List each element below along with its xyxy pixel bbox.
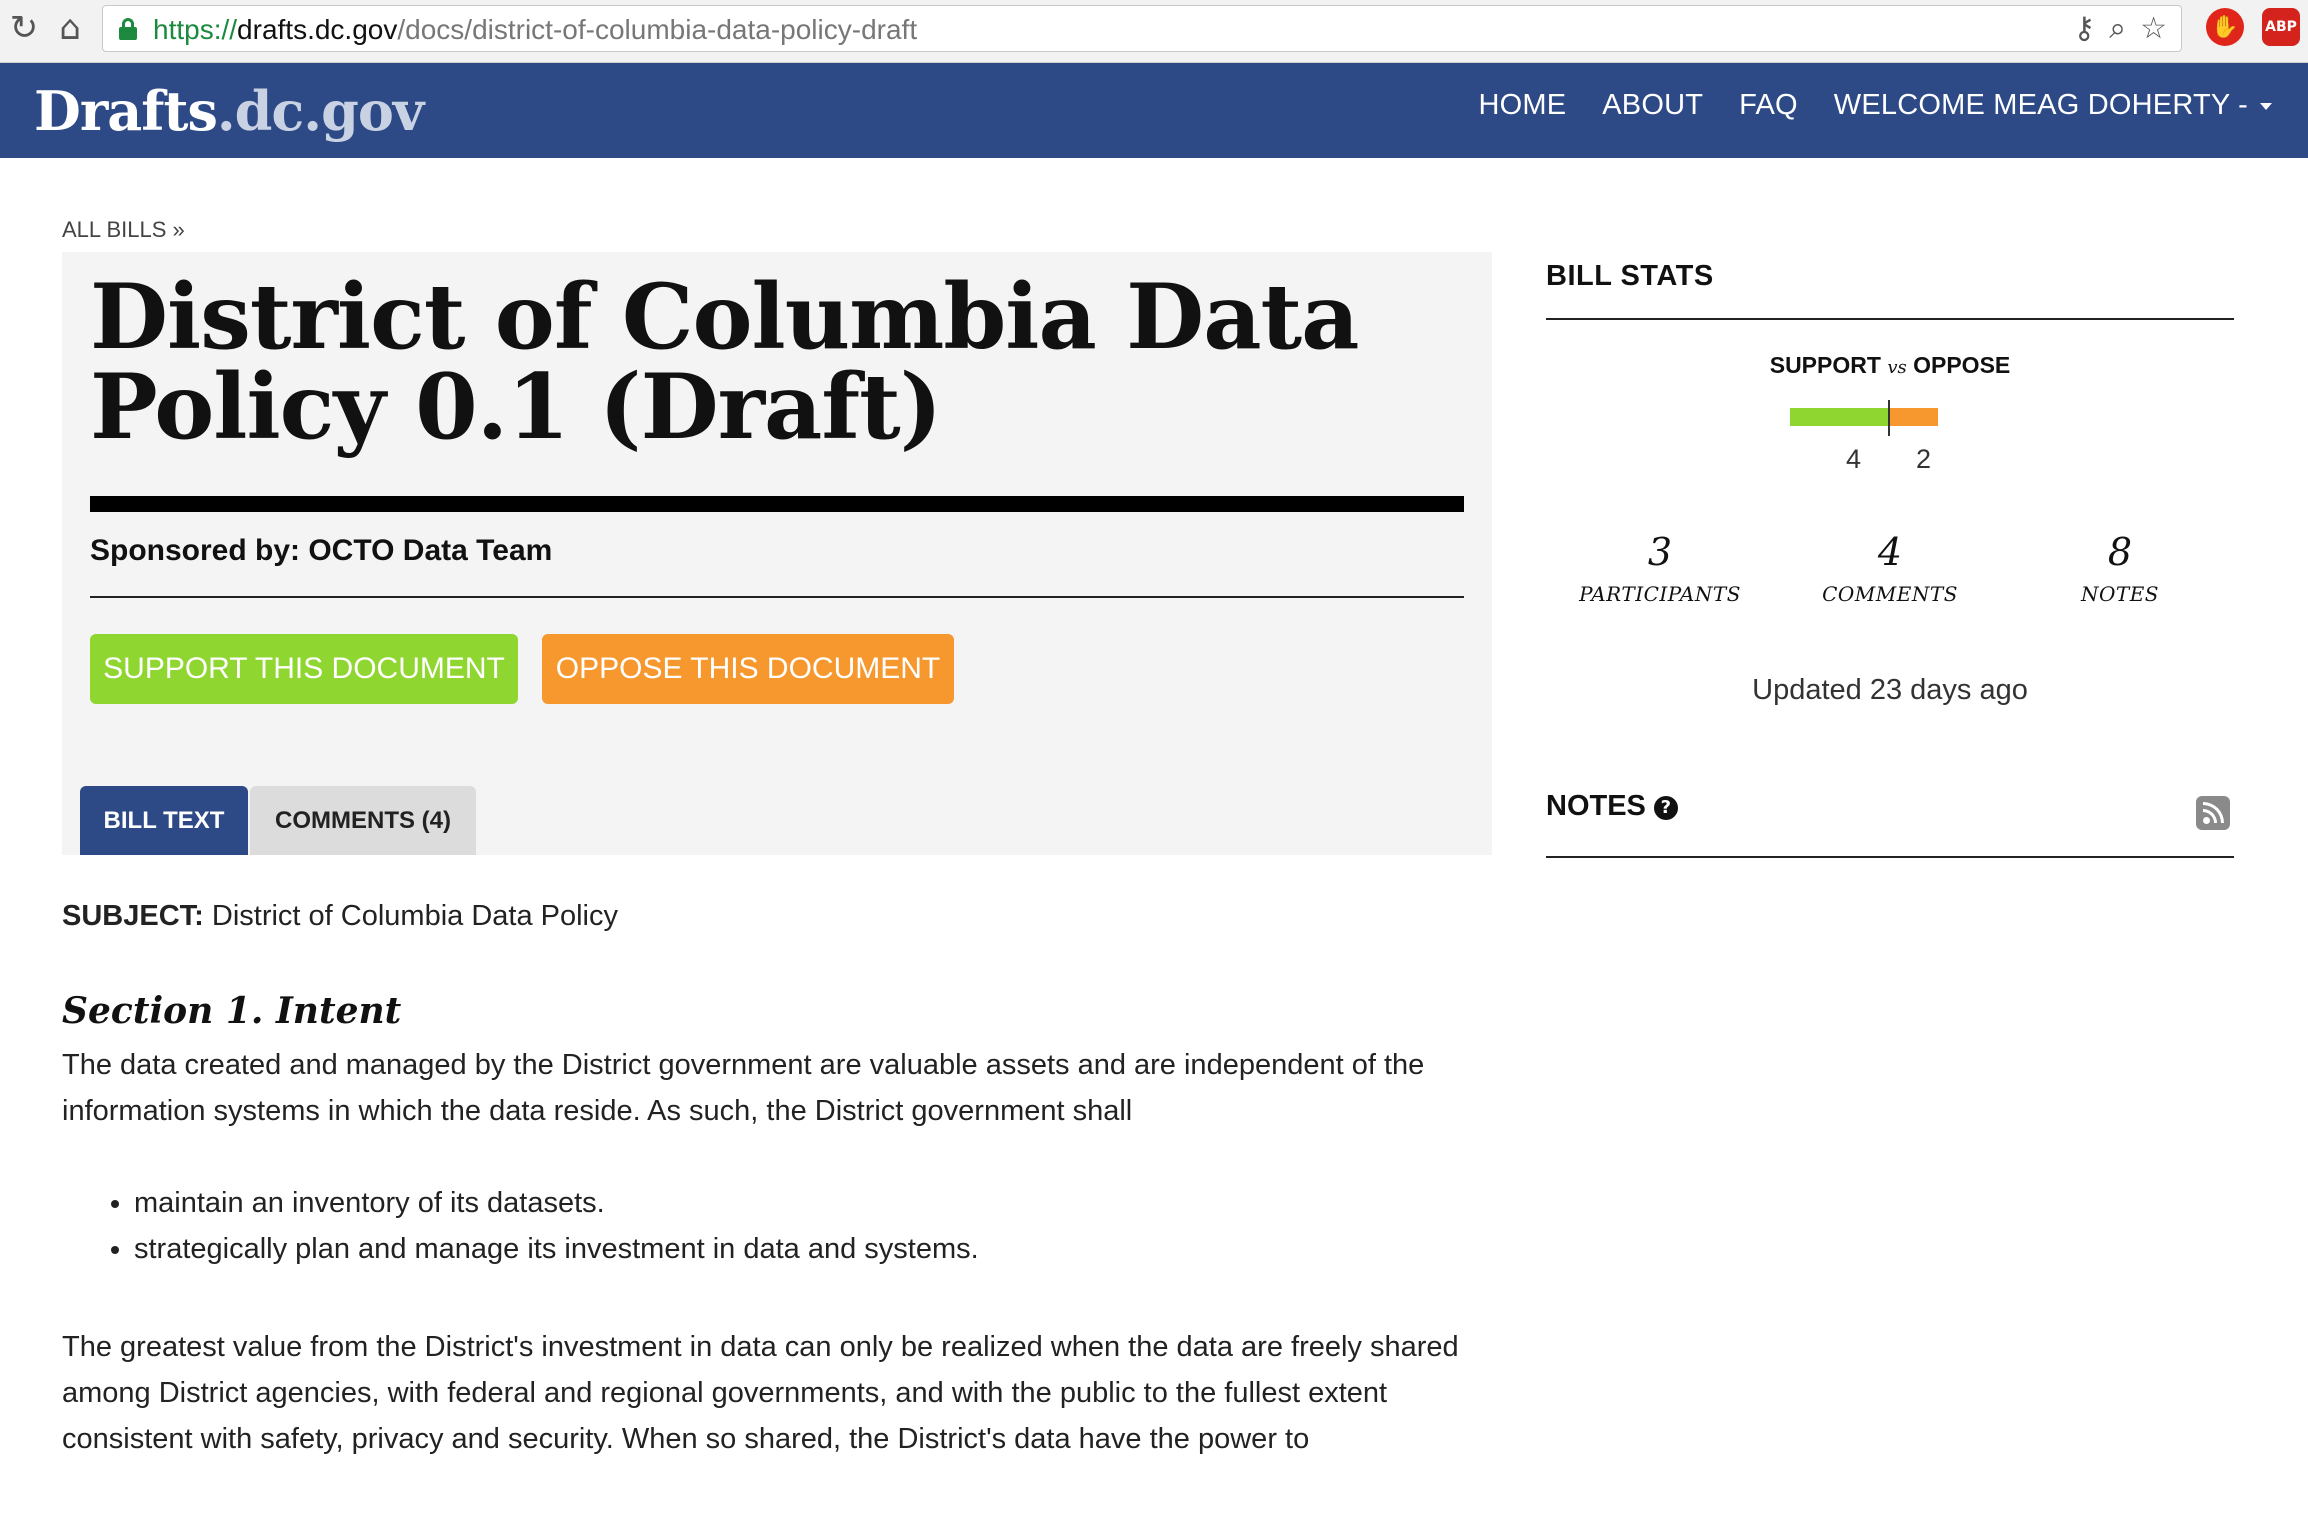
logo-part-drafts: Drafts — [34, 79, 218, 143]
notes-divider — [1546, 856, 2234, 858]
site-header: Drafts.dc.gov HOME ABOUT FAQ WELCOME MEA… — [0, 63, 2308, 158]
notes-heading: NOTES? — [1546, 790, 1678, 823]
logo-part-domain: .dc.gov — [216, 79, 424, 143]
oppose-document-button[interactable]: OPPOSE THIS DOCUMENT — [542, 634, 954, 704]
updated-text: Updated 23 days ago — [1752, 674, 2028, 706]
support-oppose-bar — [1790, 400, 1940, 436]
support-bar-fill — [1790, 408, 1889, 426]
list-item: maintain an inventory of its datasets. — [134, 1180, 979, 1226]
comments-stat: 4 COMMENTS — [1790, 530, 1990, 606]
comments-label: COMMENTS — [1822, 582, 1958, 606]
oppose-count: 2 — [1916, 444, 1932, 474]
subject-label: SUBJECT: — [62, 900, 204, 932]
browser-toolbar: ↻ ⌂ https://drafts.dc.gov/docs/district-… — [0, 0, 2308, 63]
breadcrumb-all-bills[interactable]: ALL BILLS » — [62, 217, 185, 243]
nav-faq[interactable]: FAQ — [1739, 89, 1798, 122]
block-extension-icon[interactable]: ✋ — [2206, 8, 2244, 46]
paragraph-sharing: The greatest value from the District's i… — [62, 1331, 1459, 1455]
nav-home[interactable]: HOME — [1478, 89, 1566, 122]
adblock-plus-icon[interactable]: ABP — [2262, 8, 2300, 46]
stats-divider — [1546, 318, 2234, 320]
oppose-bar-fill — [1889, 408, 1938, 426]
comments-count: 4 — [1877, 530, 1903, 574]
nav-about[interactable]: ABOUT — [1602, 89, 1703, 122]
support-document-button[interactable]: SUPPORT THIS DOCUMENT — [90, 634, 518, 704]
svo-vs-word: vs — [1887, 357, 1907, 378]
address-bar[interactable]: https://drafts.dc.gov/docs/district-of-c… — [102, 5, 2182, 52]
paragraph-intent: The data created and managed by the Dist… — [62, 1049, 1425, 1127]
bar-center-marker — [1888, 400, 1890, 436]
reload-icon[interactable]: ↻ — [6, 10, 42, 46]
main-nav: HOME ABOUT FAQ WELCOME MEAG DOHERTY - — [1478, 89, 2272, 122]
notes-count: 8 — [2107, 530, 2133, 574]
participants-count: 3 — [1647, 530, 1673, 574]
caret-down-icon — [2260, 102, 2272, 110]
svo-oppose-word: OPPOSE — [1913, 352, 2011, 378]
bullet-list: maintain an inventory of its datasets. s… — [134, 1180, 979, 1272]
lock-icon — [119, 18, 137, 40]
support-vs-oppose-label: SUPPORT vs OPPOSE — [1546, 352, 2234, 379]
sponsor-divider — [90, 596, 1464, 598]
tab-bill-text[interactable]: BILL TEXT — [80, 786, 248, 855]
participants-stat: 3 PARTICIPANTS — [1560, 530, 1760, 606]
home-icon[interactable]: ⌂ — [52, 10, 88, 46]
subject-line: SUBJECT: District of Columbia Data Polic… — [62, 900, 618, 933]
url-scheme: https:// — [153, 14, 238, 45]
user-menu-label: WELCOME MEAG DOHERTY - — [1833, 89, 2248, 121]
key-icon[interactable]: ⚷ — [2073, 11, 2095, 46]
bill-stats-heading: BILL STATS — [1546, 260, 1714, 292]
star-icon[interactable]: ☆ — [2140, 11, 2167, 46]
rss-icon[interactable] — [2196, 796, 2230, 830]
subject-value: District of Columbia Data Policy — [211, 900, 619, 932]
section-heading: Section 1. Intent — [62, 990, 402, 1032]
notes-stat: 8 NOTES — [2020, 530, 2220, 606]
url-path: /docs/district-of-columbia-data-policy-d… — [397, 14, 918, 45]
question-circle-icon[interactable]: ? — [1653, 796, 1678, 820]
bill-header-panel: District of Columbia Data Policy 0.1 (Dr… — [62, 252, 1492, 855]
svo-support-word: SUPPORT — [1769, 352, 1881, 378]
tab-comments[interactable]: COMMENTS (4) — [250, 786, 476, 855]
page-title: District of Columbia Data Policy 0.1 (Dr… — [90, 264, 1359, 460]
site-logo[interactable]: Drafts.dc.gov — [34, 79, 424, 143]
url-host: drafts.dc.gov — [237, 14, 398, 45]
nav-user-menu[interactable]: WELCOME MEAG DOHERTY - — [1834, 89, 2272, 122]
sponsor-text: Sponsored by: OCTO Data Team — [90, 534, 553, 567]
notes-heading-label: NOTES — [1546, 790, 1646, 822]
zoom-icon[interactable]: ⌕ — [2109, 11, 2126, 46]
participants-label: PARTICIPANTS — [1579, 582, 1741, 606]
title-divider — [90, 496, 1464, 512]
notes-label: NOTES — [2080, 582, 2160, 606]
support-count: 4 — [1846, 444, 1862, 474]
url-text[interactable]: https://drafts.dc.gov/docs/district-of-c… — [153, 14, 917, 46]
list-item: strategically plan and manage its invest… — [134, 1226, 979, 1272]
